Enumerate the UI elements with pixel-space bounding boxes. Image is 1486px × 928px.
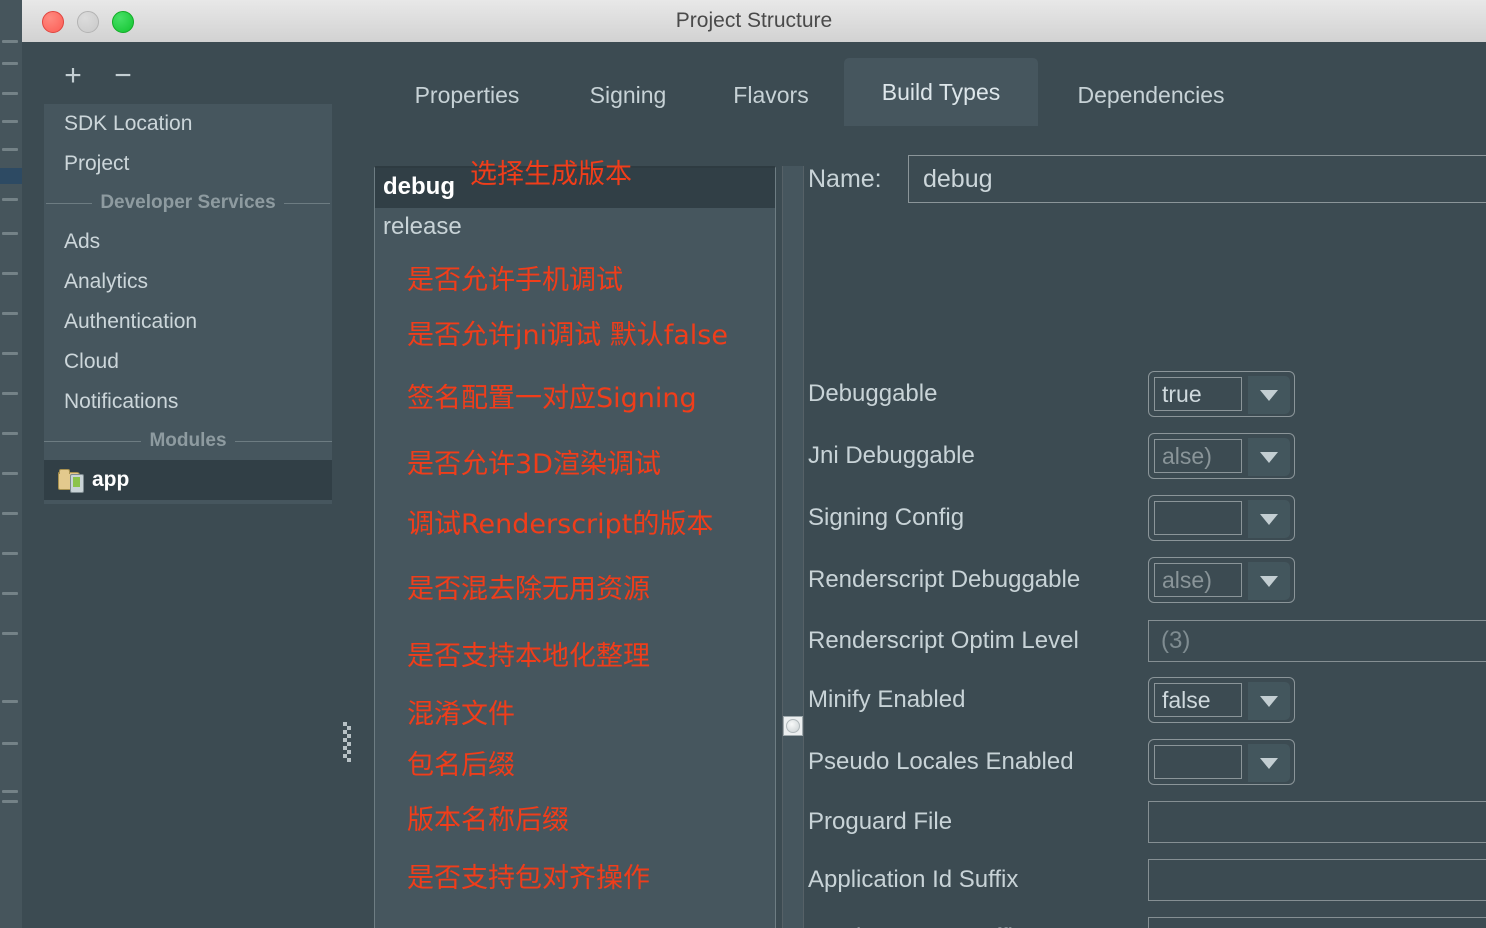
name-label: Name: <box>808 165 882 194</box>
name-input[interactable]: debug <box>908 155 1486 203</box>
signing-config-combobox[interactable] <box>1148 495 1295 541</box>
sidebar-item-authentication[interactable]: Authentication <box>44 302 332 342</box>
maximize-button[interactable] <box>112 11 134 33</box>
sidebar-group-modules: Modules <box>44 422 332 460</box>
tab-dependencies[interactable]: Dependencies <box>1046 64 1256 126</box>
minify-enabled-combobox[interactable]: false <box>1148 677 1295 723</box>
debuggable-value-field[interactable]: true <box>1154 377 1242 411</box>
renderscript-debuggable-value-field[interactable]: alse) <box>1154 563 1242 597</box>
version-name-suffix-input[interactable] <box>1148 917 1486 928</box>
renderscript-debuggable-label: Renderscript Debuggable <box>808 566 1080 594</box>
renderscript-optim-level-label: Renderscript Optim Level <box>808 627 1079 655</box>
form-row-application-id-suffix: Application Id Suffix <box>808 859 1486 905</box>
chevron-down-icon[interactable] <box>1248 376 1290 414</box>
dialog-body: + − SDK Location Project Developer Servi… <box>22 42 1486 928</box>
project-structure-window: Project Structure + − SDK Location Proje… <box>0 0 1486 928</box>
minimize-button[interactable] <box>77 11 99 33</box>
signing-config-label: Signing Config <box>808 504 964 532</box>
form-row-name: Name: debug <box>808 155 1486 207</box>
form-row-pseudo-locales-enabled: Pseudo Locales Enabled <box>808 739 1486 789</box>
minify-enabled-value: false <box>1155 684 1241 716</box>
minify-enabled-value-field[interactable]: false <box>1154 683 1242 717</box>
tab-flavors[interactable]: Flavors <box>706 64 836 126</box>
window-title: Project Structure <box>22 0 1486 42</box>
application-id-suffix-label: Application Id Suffix <box>808 866 1018 894</box>
signing-config-value-field[interactable] <box>1154 501 1242 535</box>
sidebar-item-sdk-location[interactable]: SDK Location <box>44 104 332 144</box>
renderscript-optim-level-value: (3) <box>1149 621 1486 661</box>
build-types-list[interactable]: debug release <box>374 166 776 928</box>
chevron-down-icon[interactable] <box>1248 562 1290 600</box>
name-input-value: debug <box>909 156 1486 202</box>
chevron-down-icon[interactable] <box>1248 500 1290 538</box>
splitter-grip-icon <box>343 722 349 766</box>
close-button[interactable] <box>42 11 64 33</box>
sidebar-item-analytics[interactable]: Analytics <box>44 262 332 302</box>
sidebar: + − SDK Location Project Developer Servi… <box>22 42 358 928</box>
debuggable-combobox[interactable]: true <box>1148 371 1295 417</box>
debuggable-value: true <box>1155 378 1241 410</box>
form-row-proguard-file: Proguard File <box>808 801 1486 847</box>
panel-scrollbar-thumb[interactable] <box>783 716 803 736</box>
application-id-suffix-input[interactable] <box>1148 859 1486 901</box>
build-type-row-debug[interactable]: debug <box>375 168 775 208</box>
form-row-version-name-suffix: Version Name Suffix <box>808 917 1486 928</box>
module-folder-icon <box>58 469 84 491</box>
jni-debuggable-value: alse) <box>1155 440 1241 472</box>
minify-enabled-label: Minify Enabled <box>808 686 965 714</box>
sidebar-item-label: app <box>92 468 129 491</box>
tab-bar: Properties Signing Flavors Build Types D… <box>358 50 1486 126</box>
pseudo-locales-enabled-label: Pseudo Locales Enabled <box>808 748 1074 776</box>
sidebar-group-developer-services: Developer Services <box>44 184 332 222</box>
sidebar-item-app[interactable]: app <box>44 460 332 500</box>
build-type-row-release[interactable]: release <box>375 208 775 248</box>
renderscript-optim-level-input[interactable]: (3) <box>1148 620 1486 662</box>
tab-signing[interactable]: Signing <box>558 64 698 126</box>
jni-debuggable-label: Jni Debuggable <box>808 442 975 470</box>
renderscript-debuggable-combobox[interactable]: alse) <box>1148 557 1295 603</box>
panel-scrollbar-track[interactable] <box>782 166 804 928</box>
sidebar-splitter[interactable] <box>334 104 356 928</box>
sidebar-item-project[interactable]: Project <box>44 144 332 184</box>
proguard-file-input[interactable] <box>1148 801 1486 843</box>
form-row-renderscript-debuggable: Renderscript Debuggable alse) <box>808 557 1486 607</box>
chevron-down-icon[interactable] <box>1248 744 1290 782</box>
remove-module-button[interactable]: − <box>108 62 138 92</box>
background-ide-window <box>0 0 24 928</box>
sidebar-toolbar: + − <box>22 42 358 104</box>
form-row-minify-enabled: Minify Enabled false <box>808 677 1486 727</box>
sidebar-item-notifications[interactable]: Notifications <box>44 382 332 422</box>
form-row-signing-config: Signing Config <box>808 495 1486 545</box>
sidebar-list: SDK Location Project Developer Services … <box>44 104 332 504</box>
version-name-suffix-label: Version Name Suffix <box>808 924 1025 928</box>
tab-build-types[interactable]: Build Types <box>844 58 1038 126</box>
form-row-jni-debuggable: Jni Debuggable alse) <box>808 433 1486 483</box>
pseudo-locales-enabled-combobox[interactable] <box>1148 739 1295 785</box>
proguard-file-label: Proguard File <box>808 808 952 836</box>
chevron-down-icon[interactable] <box>1248 682 1290 720</box>
sidebar-item-ads[interactable]: Ads <box>44 222 332 262</box>
build-types-panel: debug release Name: debug <box>358 131 1486 928</box>
content-panel: Properties Signing Flavors Build Types D… <box>358 42 1486 928</box>
sidebar-group-label: Modules <box>141 430 234 451</box>
sidebar-item-cloud[interactable]: Cloud <box>44 342 332 382</box>
add-module-button[interactable]: + <box>58 62 88 92</box>
build-type-form: Name: debug Debuggable true <box>808 131 1486 928</box>
pseudo-locales-enabled-value-field[interactable] <box>1154 745 1242 779</box>
chevron-down-icon[interactable] <box>1248 438 1290 476</box>
renderscript-debuggable-value: alse) <box>1155 564 1241 596</box>
sidebar-group-label: Developer Services <box>92 192 283 213</box>
window-titlebar: Project Structure <box>22 0 1486 43</box>
debuggable-label: Debuggable <box>808 380 937 408</box>
jni-debuggable-combobox[interactable]: alse) <box>1148 433 1295 479</box>
form-row-renderscript-optim-level: Renderscript Optim Level (3) <box>808 620 1486 666</box>
form-row-debuggable: Debuggable true <box>808 371 1486 421</box>
jni-debuggable-value-field[interactable]: alse) <box>1154 439 1242 473</box>
tab-properties[interactable]: Properties <box>386 64 548 126</box>
